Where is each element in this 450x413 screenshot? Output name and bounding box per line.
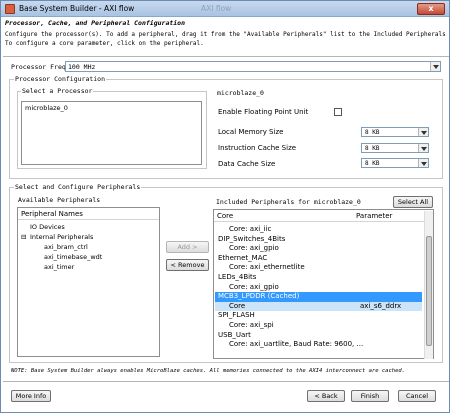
icache-label: Instruction Cache Size: [218, 144, 297, 152]
dcache-value: 8 KB: [365, 160, 380, 167]
table-row[interactable]: Core: axi_iic: [215, 225, 422, 235]
column-parameter-label: Parameter: [356, 212, 393, 220]
remove-button[interactable]: < Remove: [166, 259, 209, 271]
page-header: Processor, Cache, and Peripheral Configu…: [5, 19, 450, 55]
local-memory-label: Local Memory Size: [218, 128, 284, 136]
more-info-button[interactable]: More Info: [11, 390, 51, 402]
column-core-label: Core: [217, 212, 234, 220]
page-description-1: Configure the processor(s). To add a per…: [5, 31, 450, 38]
page-description-2: To configure a core parameter, click on …: [5, 40, 204, 47]
column-header-core[interactable]: Core Parameter: [214, 210, 424, 222]
finish-button[interactable]: Finish: [351, 390, 389, 402]
icache-select[interactable]: 8 KB: [361, 143, 429, 153]
table-row[interactable]: Core: axi_ethernetlite: [215, 263, 422, 273]
selected-processor-heading: microblaze_0: [216, 89, 265, 97]
floating-point-label: Enable Floating Point Unit: [218, 108, 309, 116]
processor-config-label: Processor Configuration: [14, 75, 107, 83]
tree-item-axi-bram-ctrl[interactable]: axi_bram_ctrl: [44, 243, 88, 251]
local-memory-value: 8 KB: [365, 129, 380, 136]
floating-point-checkbox[interactable]: [334, 108, 342, 116]
note-text: NOTE: Base System Builder always enables…: [11, 368, 406, 374]
tree-item-axi-timer[interactable]: axi_timer: [44, 263, 74, 271]
dcache-select[interactable]: 8 KB: [361, 158, 429, 168]
vertical-scrollbar[interactable]: [424, 211, 433, 359]
scrollbar-thumb[interactable]: [426, 236, 432, 346]
included-peripherals-label: Included Peripherals for microblaze_0: [215, 198, 362, 206]
select-all-button[interactable]: Select All: [393, 196, 433, 208]
available-peripherals-label: Available Peripherals: [17, 196, 102, 204]
chevron-down-icon[interactable]: [418, 128, 428, 136]
table-row[interactable]: Core: axi_gpio: [215, 283, 422, 293]
tree-item-axi-timebase-wdt[interactable]: axi_timebase_wdt: [44, 253, 102, 261]
table-row[interactable]: Ethernet_MAC: [215, 254, 422, 264]
table-row[interactable]: SPI_FLASH: [215, 311, 422, 321]
table-row[interactable]: LEDs_4Bits: [215, 273, 422, 283]
select-processor-label: Select a Processor: [21, 87, 94, 95]
background-window-title: AXI flow: [201, 4, 232, 13]
add-button[interactable]: Add >: [166, 241, 209, 253]
available-peripherals-tree[interactable]: Peripheral Names IO Devices ⊟ Internal P…: [17, 207, 160, 357]
table-row[interactable]: Core: axi_gpio: [215, 244, 422, 254]
chevron-down-icon[interactable]: [430, 62, 440, 71]
dcache-label: Data Cache Size: [218, 160, 276, 168]
processor-frequency-value: 100 MHz: [68, 63, 96, 71]
header-divider: [3, 56, 449, 57]
app-icon: [5, 4, 15, 14]
table-row[interactable]: Core: axi_uartlite, Baud Rate: 9600, ...: [215, 340, 422, 350]
cancel-button[interactable]: Cancel: [398, 390, 436, 402]
chevron-down-icon[interactable]: [418, 159, 428, 167]
title-bar: Base System Builder - AXI flow AXI flow …: [1, 1, 449, 17]
local-memory-select[interactable]: 8 KB: [361, 127, 429, 137]
window-title: Base System Builder - AXI flow: [19, 4, 135, 13]
close-button[interactable]: x: [417, 3, 445, 15]
tree-item-io-devices[interactable]: IO Devices: [30, 223, 65, 231]
icache-value: 8 KB: [365, 145, 380, 152]
tree-item-internal-peripherals[interactable]: Internal Peripherals: [30, 233, 93, 241]
peripheral-names-header[interactable]: Peripheral Names: [18, 208, 159, 220]
back-button[interactable]: < Back: [307, 390, 345, 402]
page-title: Processor, Cache, and Peripheral Configu…: [5, 19, 186, 27]
minus-box-icon[interactable]: ⊟: [21, 233, 26, 241]
table-row[interactable]: Core: axi_spi: [215, 321, 422, 331]
footer-divider: [3, 381, 449, 382]
peripherals-group-label: Select and Configure Peripherals: [14, 183, 142, 191]
processor-list-item[interactable]: microblaze_0: [25, 104, 68, 112]
table-row[interactable]: DIP_Switches_4Bits: [215, 235, 422, 245]
processor-frequency-select[interactable]: 100 MHz: [65, 61, 441, 72]
processor-list[interactable]: microblaze_0: [21, 101, 202, 165]
table-row[interactable]: USB_Uart: [215, 331, 422, 341]
bsb-window: Base System Builder - AXI flow AXI flow …: [0, 0, 450, 413]
table-row[interactable]: Core axi_s6_ddrx: [215, 301, 422, 312]
table-row-selected[interactable]: MCB3_LPDDR (Cached): [215, 292, 422, 302]
chevron-down-icon[interactable]: [418, 144, 428, 152]
